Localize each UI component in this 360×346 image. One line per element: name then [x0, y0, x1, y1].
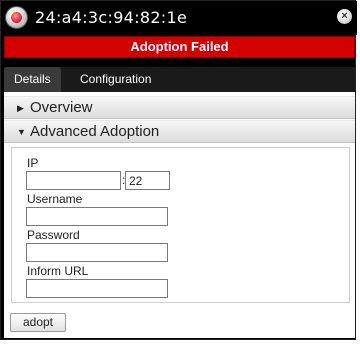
username-input[interactable] — [26, 207, 168, 226]
title-bar: 24:a4:3c:94:82:1e × — [1, 1, 357, 35]
username-label: Username — [27, 192, 83, 206]
section-advanced-adoption-label: Advanced Adoption — [30, 123, 160, 140]
port-input[interactable] — [125, 171, 170, 190]
chevron-right-icon: ▶ — [17, 103, 24, 113]
section-advanced-adoption-header[interactable]: ▼ Advanced Adoption — [4, 120, 355, 143]
ip-label: IP — [27, 156, 39, 170]
inform-url-label: Inform URL — [27, 264, 89, 278]
chevron-down-icon: ▼ — [17, 127, 26, 137]
tab-content: ▶ Overview ▼ Advanced Adoption IP : User… — [4, 92, 355, 338]
adopt-button[interactable]: adopt — [10, 313, 66, 332]
section-overview-header[interactable]: ▶ Overview — [4, 96, 355, 119]
status-indicator-icon — [5, 6, 28, 29]
tab-configuration[interactable]: Configuration — [70, 67, 161, 92]
close-icon[interactable]: × — [337, 9, 352, 24]
password-input[interactable] — [26, 243, 168, 262]
advanced-adoption-panel: IP : Username Password Inform URL — [11, 147, 350, 303]
device-mac-title: 24:a4:3c:94:82:1e — [35, 8, 188, 27]
tab-bar: Details Configuration — [4, 67, 355, 92]
ip-input[interactable] — [26, 171, 121, 190]
section-overview-label: Overview — [30, 99, 93, 116]
tab-details[interactable]: Details — [4, 67, 61, 92]
inform-url-input[interactable] — [26, 279, 168, 298]
device-dialog: 24:a4:3c:94:82:1e × Adoption Failed Deta… — [0, 0, 357, 340]
adoption-status-banner: Adoption Failed — [4, 36, 355, 58]
password-label: Password — [27, 228, 80, 242]
